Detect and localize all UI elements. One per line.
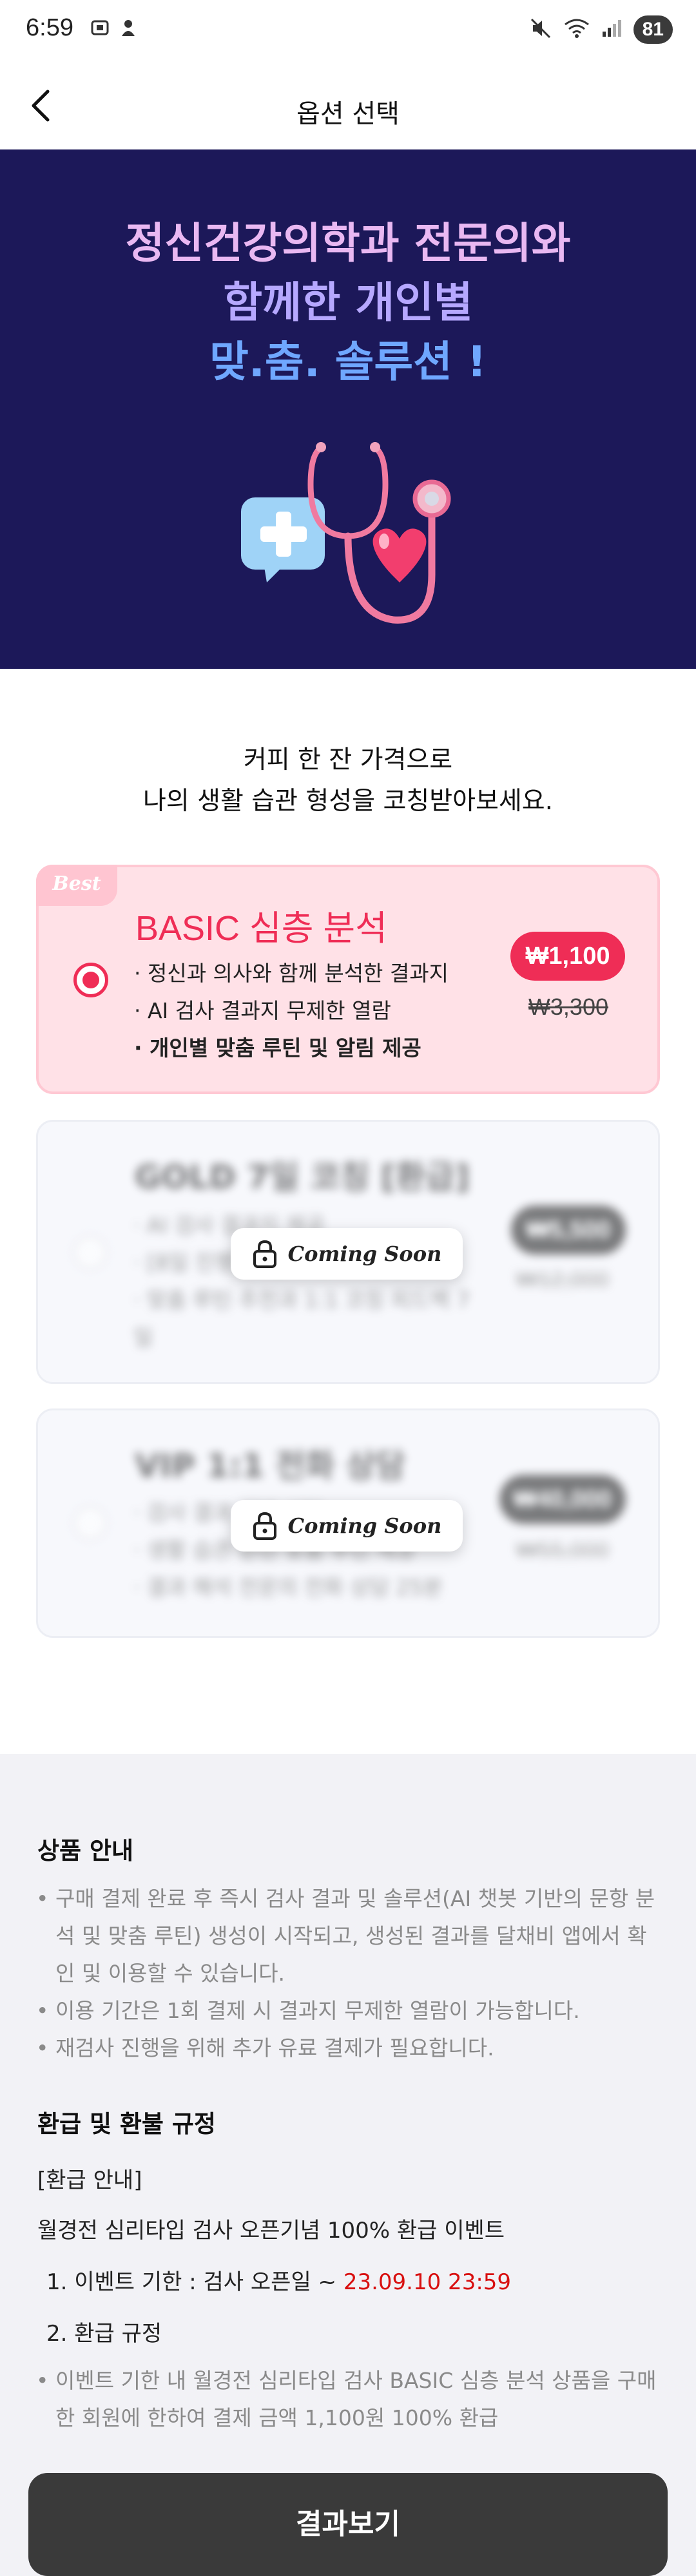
option-radio-basic[interactable] (73, 963, 108, 997)
refund-item-1-label: 1. 이벤트 기한 : 검사 오픈일 ~ (46, 2269, 343, 2295)
price-badge: ₩40,000 (499, 1475, 626, 1524)
product-info-heading: 상품 안내 (37, 1837, 134, 1865)
option-radio-vip (73, 1506, 108, 1541)
refund-bullet: 이벤트 기한 내 월경전 심리타입 검사 BASIC 심층 분석 상품을 구매한… (36, 2362, 661, 2437)
wifi-icon (564, 18, 590, 41)
status-notification-icons (90, 18, 138, 37)
option-radio-gold (73, 1235, 108, 1270)
option-feature: · 맞춤 루틴 추천과 1:1 코칭 피드백 7 (133, 1287, 470, 1312)
option-feature: · AI 검사 결과지 무제한 열람 (134, 998, 391, 1023)
intro-line-2: 나의 생활 습관 형성을 코칭받아보세요. (142, 787, 554, 816)
battery-level: 81 (633, 15, 673, 44)
lock-icon (253, 1240, 276, 1268)
product-info-bullet: 재검사 진행을 위해 추가 유료 결제가 필요합니다. (36, 2030, 661, 2067)
original-price: ₩3,300 (528, 994, 608, 1020)
status-time: 6:59 (26, 14, 73, 41)
status-system-icons: 81 (529, 15, 673, 44)
hero-headline: 정신건강의학과 전문의와 함께한 개인별 맞.춤. 솔루션 ! (0, 214, 696, 392)
coming-soon-label: Coming Soon (287, 1514, 442, 1538)
person-icon (119, 18, 138, 37)
option-title: GOLD 7일 코칭 [환급] (135, 1158, 470, 1196)
option-title: BASIC 심층 분석 (135, 909, 387, 948)
refund-item-2: 2. 환급 규정 (46, 2321, 162, 2347)
hero-line-1: 정신건강의학과 전문의와 (125, 218, 571, 268)
price-badge: ₩1,100 (510, 932, 625, 981)
refund-event-text: 월경전 심리타입 검사 오픈기념 100% 환급 이벤트 (37, 2218, 505, 2244)
option-card-basic[interactable]: Best BASIC 심층 분석 · 정신과 의사와 함께 분석한 결과지 · … (36, 865, 660, 1094)
screenshot-icon (90, 18, 110, 37)
product-info-bullet: 구매 결제 완료 후 즉시 검사 결과 및 솔루션(AI 챗봇 기반의 문항 분… (36, 1880, 661, 1992)
refund-deadline: 23.09.10 23:59 (343, 2269, 512, 2295)
option-feature: · 개인별 맞춤 루틴 및 알림 제공 (134, 1035, 421, 1061)
refund-sub-heading: [환급 안내] (37, 2167, 142, 2193)
view-results-button[interactable]: 결과보기 (28, 2473, 668, 2576)
signal-icon (601, 19, 622, 41)
mute-icon (529, 17, 552, 43)
option-feature: 일 (133, 1325, 153, 1350)
option-feature-list: · 정신과 의사와 함께 분석한 결과지 · AI 검사 결과지 무제한 열람 … (134, 955, 449, 1067)
coming-soon-badge-vip: Coming Soon (231, 1500, 463, 1552)
hero-line-3: 맞.춤. 솔루션 ! (209, 337, 487, 387)
coming-soon-label: Coming Soon (287, 1242, 442, 1266)
option-feature: · 결과 해석 전문의 전화 상담 25분 (133, 1575, 443, 1600)
option-feature: · 정신과 의사와 함께 분석한 결과지 (134, 961, 449, 986)
page-title: 옵션 선택 (296, 99, 400, 129)
option-title: VIP 1:1 전화 상담 (135, 1447, 405, 1485)
hero-line-2: 함께한 개인별 (223, 278, 473, 327)
intro-text: 커피 한 잔 가격으로 나의 생활 습관 형성을 코칭받아보세요. (0, 740, 696, 822)
lock-icon (253, 1512, 276, 1540)
status-bar: 6:59 81 (0, 0, 696, 62)
price-badge: ₩5,500 (511, 1206, 626, 1254)
stethoscope-illustration (238, 439, 458, 639)
intro-line-1: 커피 한 잔 가격으로 (243, 745, 453, 774)
original-price: ₩55,000 (516, 1537, 609, 1563)
bottom-cta-bar: 결과보기 (0, 2442, 696, 2576)
original-price: ₩12,000 (516, 1266, 609, 1293)
refund-item-1: 1. 이벤트 기한 : 검사 오픈일 ~ 23.09.10 23:59 (46, 2264, 511, 2296)
product-info-bullet: 이용 기간은 1회 결제 시 결과지 무제한 열람이 가능합니다. (36, 1992, 661, 2030)
coming-soon-badge-gold: Coming Soon (231, 1228, 463, 1280)
best-badge: Best (36, 865, 117, 906)
hero-banner: 정신건강의학과 전문의와 함께한 개인별 맞.춤. 솔루션 ! (0, 149, 696, 669)
refund-heading: 환급 및 환불 규정 (37, 2110, 216, 2138)
app-header: 옵션 선택 (0, 62, 696, 149)
